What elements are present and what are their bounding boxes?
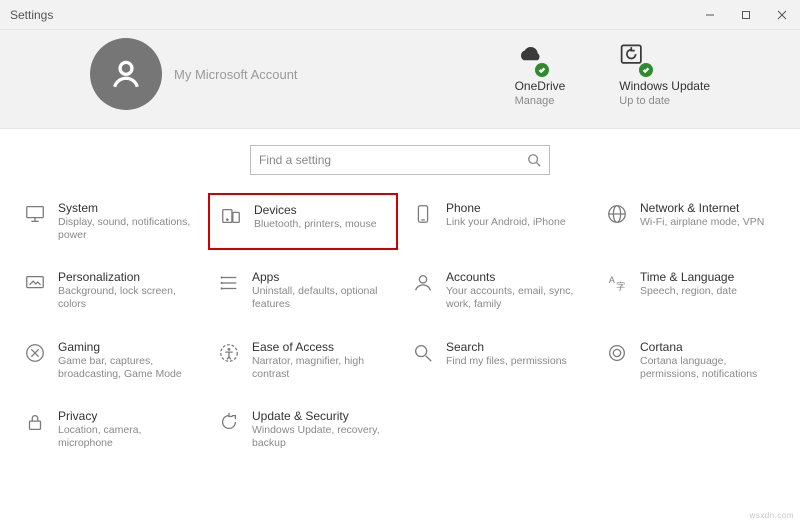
- check-badge-icon: [639, 63, 653, 77]
- maximize-button[interactable]: [728, 0, 764, 30]
- account-name[interactable]: My Microsoft Account: [174, 67, 298, 82]
- status-windows-update[interactable]: Windows Update Up to date: [619, 42, 710, 107]
- tile-title: System: [58, 201, 196, 215]
- search-placeholder: Find a setting: [259, 153, 527, 167]
- personalization-icon: [22, 270, 48, 296]
- tile-title: Devices: [254, 203, 377, 217]
- tile-ease-of-access[interactable]: Ease of AccessNarrator, magnifier, high …: [208, 332, 398, 389]
- tile-personalization[interactable]: PersonalizationBackground, lock screen, …: [14, 262, 204, 319]
- tile-desc: Game bar, captures, broadcasting, Game M…: [58, 355, 196, 381]
- tile-gaming[interactable]: GamingGame bar, captures, broadcasting, …: [14, 332, 204, 389]
- status-onedrive[interactable]: OneDrive Manage: [515, 42, 566, 107]
- tile-update-security[interactable]: Update & SecurityWindows Update, recover…: [208, 401, 398, 458]
- tile-title: Search: [446, 340, 567, 354]
- tile-title: Ease of Access: [252, 340, 390, 354]
- tile-title: Apps: [252, 270, 390, 284]
- gaming-icon: [22, 340, 48, 366]
- tile-desc: Find my files, permissions: [446, 355, 567, 368]
- tile-desc: Background, lock screen, colors: [58, 285, 196, 311]
- devices-icon: [218, 203, 244, 229]
- tile-desc: Uninstall, defaults, optional features: [252, 285, 390, 311]
- title-bar: Settings: [0, 0, 800, 30]
- accounts-icon: [410, 270, 436, 296]
- tile-title: Privacy: [58, 409, 196, 423]
- onedrive-icon: [515, 42, 543, 73]
- status-title: Windows Update: [619, 79, 710, 93]
- tile-title: Network & Internet: [640, 201, 764, 215]
- tile-time-language[interactable]: A字 Time & LanguageSpeech, region, date: [596, 262, 786, 319]
- tile-network[interactable]: Network & InternetWi-Fi, airplane mode, …: [596, 193, 786, 250]
- minimize-button[interactable]: [692, 0, 728, 30]
- status-sub: Up to date: [619, 95, 670, 107]
- tile-accounts[interactable]: AccountsYour accounts, email, sync, work…: [402, 262, 592, 319]
- svg-text:A: A: [609, 275, 616, 285]
- tile-desc: Your accounts, email, sync, work, family: [446, 285, 584, 311]
- time-language-icon: A字: [604, 270, 630, 296]
- phone-icon: [410, 201, 436, 227]
- tile-title: Time & Language: [640, 270, 737, 284]
- tile-phone[interactable]: PhoneLink your Android, iPhone: [402, 193, 592, 250]
- tile-desc: Narrator, magnifier, high contrast: [252, 355, 390, 381]
- settings-grid: SystemDisplay, sound, notifications, pow…: [0, 185, 800, 470]
- tile-system[interactable]: SystemDisplay, sound, notifications, pow…: [14, 193, 204, 250]
- avatar[interactable]: [90, 38, 162, 110]
- tile-desc: Location, camera, microphone: [58, 424, 196, 450]
- account-hero: My Microsoft Account OneDrive Manage Win…: [0, 30, 800, 129]
- tile-title: Update & Security: [252, 409, 390, 423]
- check-badge-icon: [535, 63, 549, 77]
- tile-cortana[interactable]: CortanaCortana language, permissions, no…: [596, 332, 786, 389]
- tile-desc: Wi-Fi, airplane mode, VPN: [640, 216, 764, 229]
- tile-privacy[interactable]: PrivacyLocation, camera, microphone: [14, 401, 204, 458]
- watermark: wsxdn.com: [749, 511, 794, 520]
- tile-title: Accounts: [446, 270, 584, 284]
- search-tile-icon: [410, 340, 436, 366]
- network-icon: [604, 201, 630, 227]
- search-row: Find a setting: [0, 129, 800, 185]
- tile-apps[interactable]: AppsUninstall, defaults, optional featur…: [208, 262, 398, 319]
- cortana-icon: [604, 340, 630, 366]
- status-title: OneDrive: [515, 79, 566, 93]
- status-sub: Manage: [515, 95, 555, 107]
- search-icon: [527, 153, 541, 167]
- tile-title: Phone: [446, 201, 566, 215]
- tile-desc: Windows Update, recovery, backup: [252, 424, 390, 450]
- system-icon: [22, 201, 48, 227]
- tile-desc: Display, sound, notifications, power: [58, 216, 196, 242]
- tile-title: Cortana: [640, 340, 778, 354]
- apps-icon: [216, 270, 242, 296]
- tile-desc: Link your Android, iPhone: [446, 216, 566, 229]
- window-title: Settings: [10, 8, 692, 22]
- tile-devices[interactable]: DevicesBluetooth, printers, mouse: [208, 193, 398, 250]
- tile-desc: Bluetooth, printers, mouse: [254, 218, 377, 231]
- svg-text:字: 字: [616, 281, 625, 292]
- privacy-icon: [22, 409, 48, 435]
- tile-search[interactable]: SearchFind my files, permissions: [402, 332, 592, 389]
- update-security-icon: [216, 409, 242, 435]
- user-icon: [109, 57, 143, 91]
- close-button[interactable]: [764, 0, 800, 30]
- tile-desc: Speech, region, date: [640, 285, 737, 298]
- tile-title: Gaming: [58, 340, 196, 354]
- tile-desc: Cortana language, permissions, notificat…: [640, 355, 778, 381]
- update-icon: [619, 42, 647, 73]
- tile-title: Personalization: [58, 270, 196, 284]
- search-input[interactable]: Find a setting: [250, 145, 550, 175]
- ease-icon: [216, 340, 242, 366]
